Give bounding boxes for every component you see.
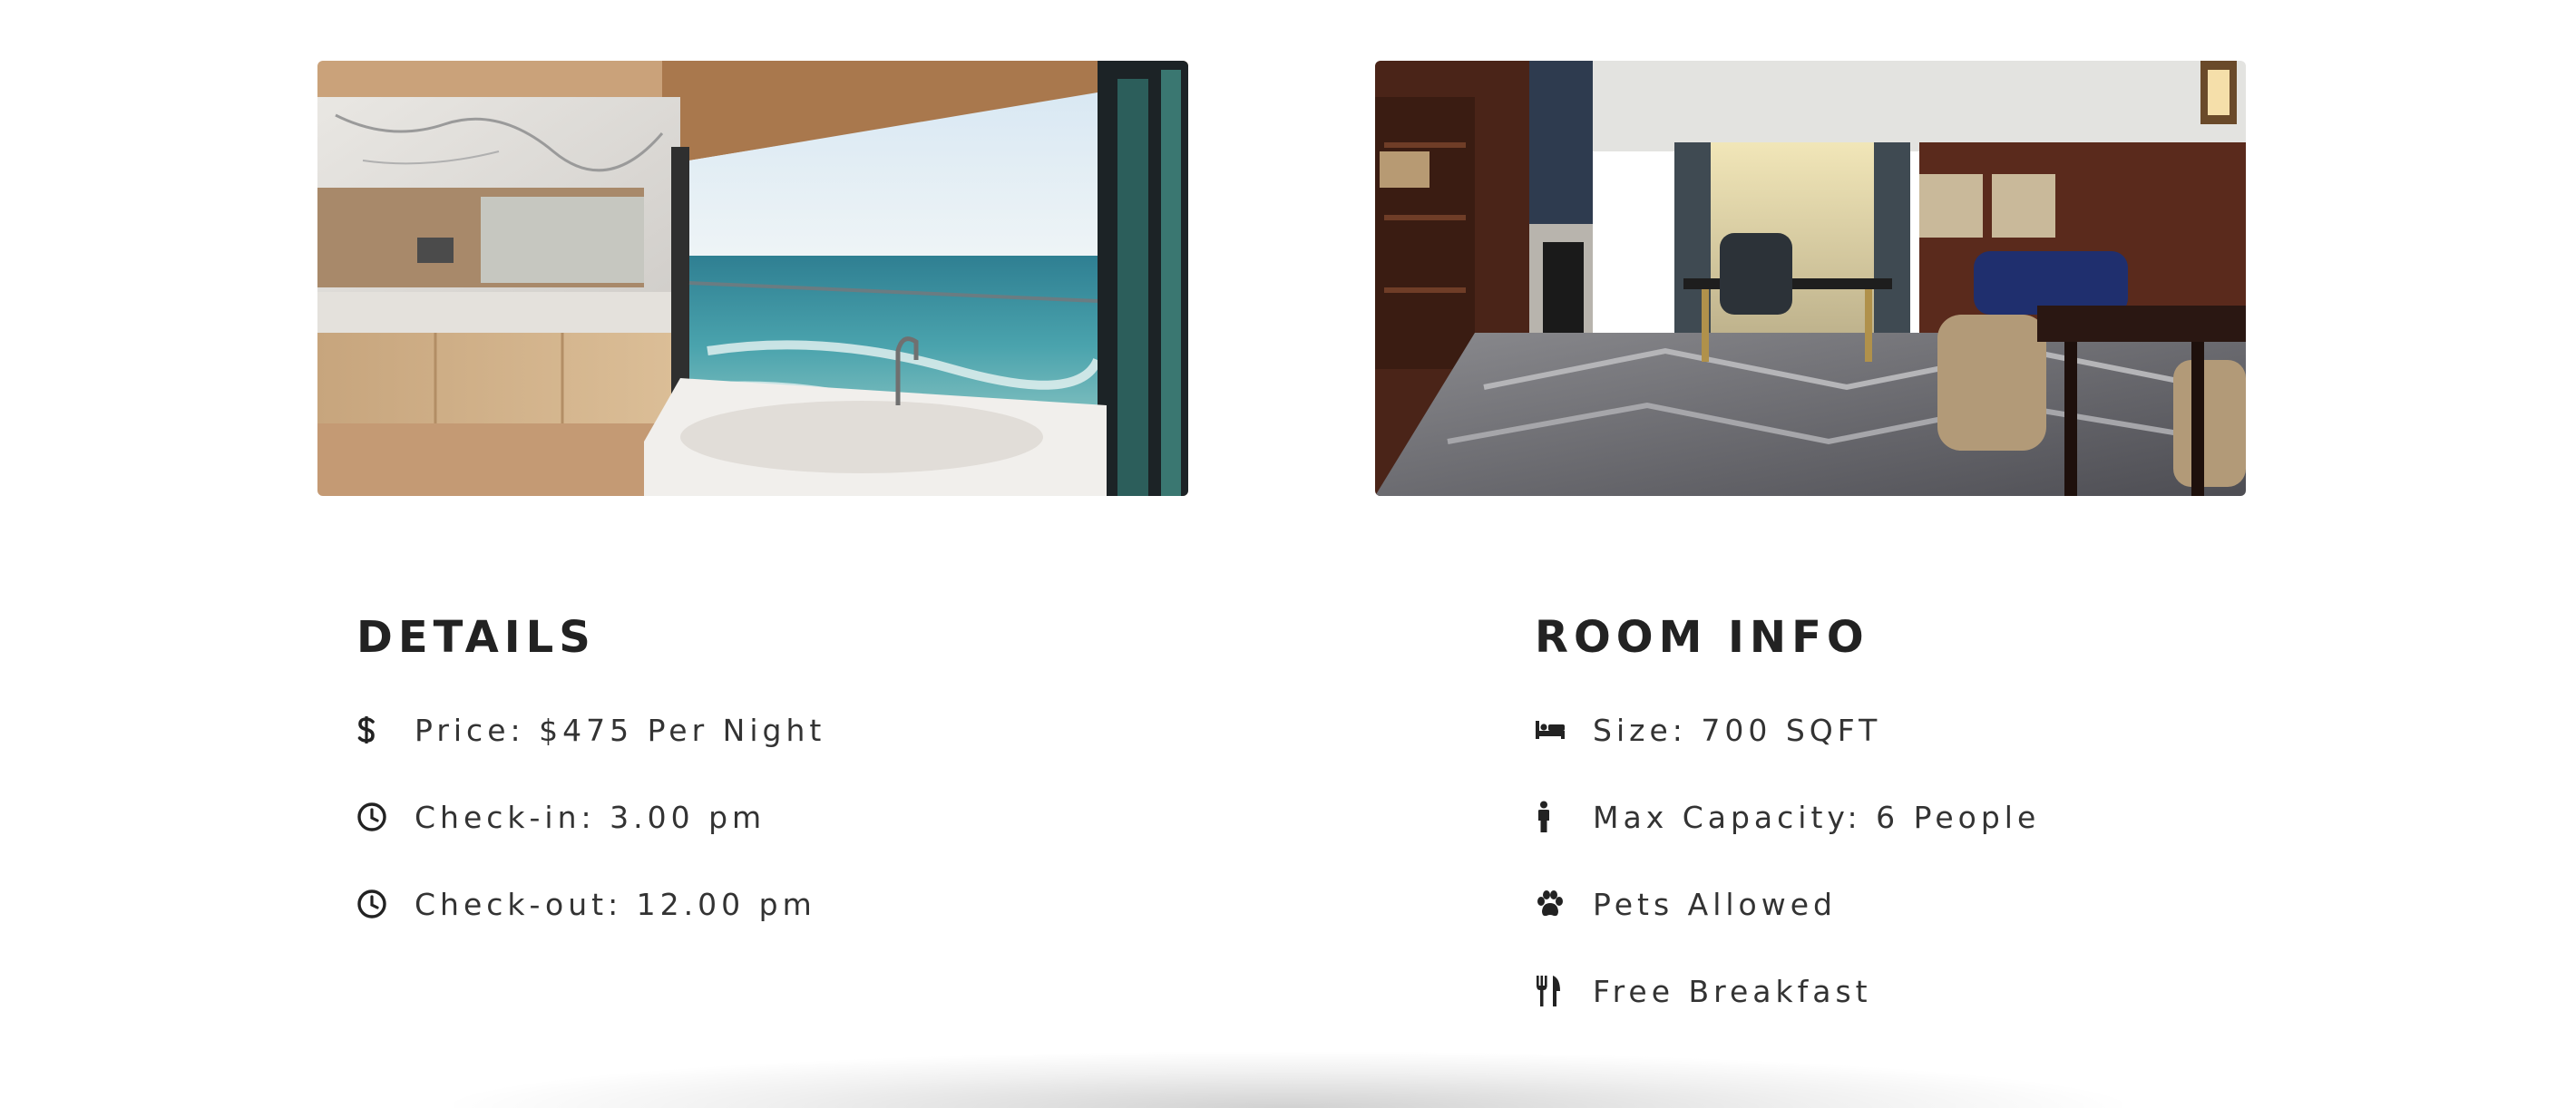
room-item-breakfast: Free Breakfast bbox=[1535, 952, 2040, 1039]
room-label: Pets Allowed bbox=[1593, 886, 1837, 922]
room-item-size: Size: 700 SQFT bbox=[1535, 691, 2040, 778]
detail-item-checkout: Check-out: 12.00 pm bbox=[356, 865, 825, 952]
living-room-photo bbox=[1375, 61, 2246, 496]
detail-label: Check-in: 3.00 pm bbox=[415, 799, 766, 835]
bed-icon bbox=[1535, 712, 1566, 748]
detail-item-checkin: Check-in: 3.00 pm bbox=[356, 778, 825, 865]
room-label: Max Capacity: 6 People bbox=[1593, 799, 2041, 835]
details-section: DETAILS Price: $475 Per Night Check-in: … bbox=[356, 606, 825, 952]
person-icon bbox=[1535, 799, 1566, 835]
room-info-heading: ROOM INFO bbox=[1535, 612, 1869, 663]
detail-label: Price: $475 Per Night bbox=[415, 712, 826, 748]
bathroom-photo bbox=[317, 61, 1188, 496]
details-heading: DETAILS bbox=[356, 612, 596, 663]
room-item-pets: Pets Allowed bbox=[1535, 865, 2040, 952]
utensils-icon bbox=[1535, 973, 1566, 1009]
dollar-icon bbox=[356, 712, 387, 748]
detail-item-price: Price: $475 Per Night bbox=[356, 691, 825, 778]
clock-icon bbox=[356, 886, 387, 922]
clock-icon bbox=[356, 799, 387, 835]
room-label: Size: 700 SQFT bbox=[1593, 712, 1882, 748]
room-item-capacity: Max Capacity: 6 People bbox=[1535, 778, 2040, 865]
room-info-section: ROOM INFO Size: 700 SQFT Max Capacity: 6… bbox=[1535, 606, 2040, 1039]
section-shadow bbox=[454, 1052, 2122, 1108]
paw-icon bbox=[1535, 886, 1566, 922]
room-label: Free Breakfast bbox=[1593, 973, 1872, 1009]
detail-label: Check-out: 12.00 pm bbox=[415, 886, 816, 922]
